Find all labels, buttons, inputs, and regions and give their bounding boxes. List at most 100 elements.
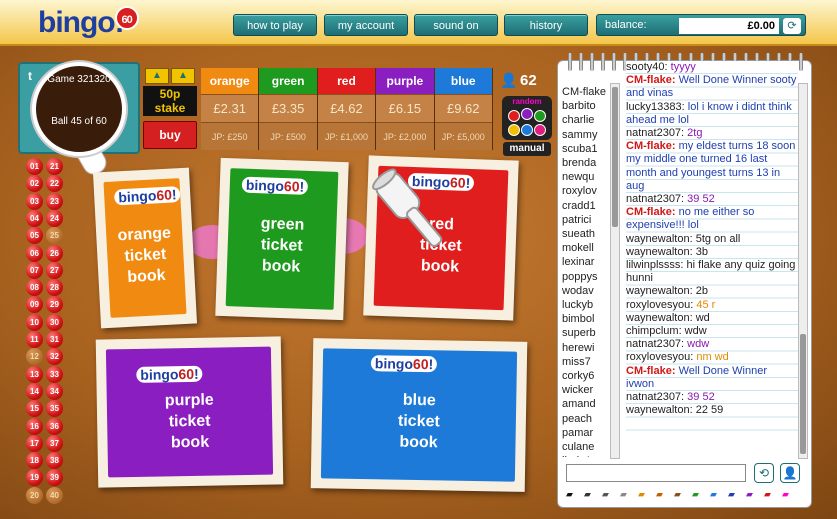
text-color-swatch[interactable]: ▰: [764, 489, 777, 499]
chat-username: waynewalton:: [626, 232, 693, 245]
user-list-item[interactable]: poppys: [562, 270, 610, 284]
user-list-item[interactable]: superb: [562, 326, 610, 340]
text-color-swatch[interactable]: ▰: [728, 489, 741, 499]
user-list-item[interactable]: lexinar: [562, 255, 610, 269]
random-color-dot[interactable]: [508, 124, 520, 136]
user-list-item[interactable]: linda1: [562, 454, 610, 457]
user-list-item[interactable]: peach: [562, 412, 610, 426]
price-column-blue[interactable]: blue £9.62 JP: £5,000: [434, 68, 493, 150]
random-color-dot[interactable]: [521, 124, 533, 136]
user-list-item[interactable]: miss7: [562, 355, 610, 369]
book-logo: bingo60!: [241, 176, 309, 195]
user-list-item[interactable]: roxylov: [562, 184, 610, 198]
chat-message: CM-flake: my eldest turns 18 soon my mid…: [626, 140, 798, 193]
ticket-book-orange[interactable]: bingo60! orange ticket book: [92, 167, 198, 329]
user-list[interactable]: CM-flake barbito charlie sammy scuba1 brenda n…: [562, 85, 610, 457]
chat-username: CM-flake:: [626, 140, 676, 153]
random-color-dot[interactable]: [521, 108, 533, 120]
random-selector[interactable]: random: [502, 96, 552, 140]
manual-button[interactable]: manual: [503, 142, 551, 156]
user-list-item[interactable]: bimbol: [562, 312, 610, 326]
stake-up-icon-2[interactable]: ▲: [171, 68, 195, 84]
user-list-item[interactable]: patrici: [562, 213, 610, 227]
random-color-dot[interactable]: [534, 110, 546, 122]
sound-toggle-button[interactable]: sound on: [414, 14, 498, 36]
user-list-item[interactable]: corky6: [562, 369, 610, 383]
chat-username: chimpclum:: [626, 325, 682, 338]
user-list-item[interactable]: culane: [562, 440, 610, 454]
price-column-green[interactable]: green £3.35 JP: £500: [259, 68, 318, 150]
stake-up-icon[interactable]: ▲: [145, 68, 169, 84]
text-color-swatch[interactable]: ▰: [566, 489, 579, 499]
user-list-item[interactable]: luckyb: [562, 298, 610, 312]
random-color-dot[interactable]: [534, 124, 546, 136]
chat-message: roxylovesyou: 45 r: [626, 299, 798, 312]
user-list-item[interactable]: herewi: [562, 341, 610, 355]
user-list-item[interactable]: sammy: [562, 128, 610, 142]
chat-message: natnat2307: 39 52: [626, 193, 798, 206]
called-ball: 14: [26, 382, 43, 400]
text-color-swatch[interactable]: ▰: [692, 489, 705, 499]
text-color-swatch[interactable]: ▰: [620, 489, 633, 499]
refresh-icon[interactable]: ⟳: [783, 18, 801, 34]
chat-input[interactable]: [566, 464, 746, 482]
ticket-book-blue[interactable]: bingo60! blue ticket book: [310, 338, 528, 492]
spiral-ring: [579, 53, 583, 71]
price-column-purple[interactable]: purple £6.15 JP: £2,000: [376, 68, 435, 150]
price-column-red[interactable]: red £4.62 JP: £1,000: [317, 68, 377, 150]
user-list-item[interactable]: pamar: [562, 426, 610, 440]
book-logo-ball: 60: [283, 178, 300, 195]
text-color-swatch[interactable]: ▰: [782, 489, 795, 499]
called-ball: 17: [26, 434, 43, 452]
user-list-item[interactable]: wodav: [562, 284, 610, 298]
text-color-swatch[interactable]: ▰: [746, 489, 759, 499]
user-list-scrollbar[interactable]: [610, 83, 620, 459]
text-color-swatch[interactable]: ▰: [584, 489, 597, 499]
called-ball: 31: [46, 331, 63, 348]
dabber-cursor-icon: [372, 168, 443, 247]
chat-message: waynewalton: 5tg on all: [626, 233, 798, 246]
buy-button[interactable]: buy: [143, 121, 197, 149]
my-account-button[interactable]: my account: [324, 14, 408, 36]
send-icon[interactable]: ⟲: [754, 463, 774, 483]
chat-message: waynewalton: 2b: [626, 285, 798, 298]
how-to-play-button[interactable]: how to play: [233, 14, 317, 36]
text-color-swatch[interactable]: ▰: [656, 489, 669, 499]
history-button[interactable]: history: [504, 14, 588, 36]
book-logo: bingo60!: [113, 186, 182, 206]
text-color-swatch[interactable]: ▰: [638, 489, 651, 499]
user-list-item[interactable]: sueath: [562, 227, 610, 241]
user-list-item[interactable]: charlie: [562, 113, 610, 127]
price-column-orange[interactable]: orange £2.31 JP: £250: [201, 68, 260, 150]
chat-username: natnat2307:: [626, 193, 685, 206]
book-label: green ticket book: [260, 215, 305, 276]
text-color-swatch[interactable]: ▰: [710, 489, 723, 499]
jackpot: JP: £250: [201, 122, 259, 150]
user-list-item[interactable]: mokell: [562, 241, 610, 255]
user-list-item[interactable]: barbito: [562, 99, 610, 113]
random-color-dot[interactable]: [508, 110, 520, 122]
called-ball: 16: [26, 417, 43, 435]
user-list-item[interactable]: newqu: [562, 170, 610, 184]
user-list-item[interactable]: scuba1: [562, 142, 610, 156]
user-icon[interactable]: 👤: [780, 463, 800, 483]
user-list-item[interactable]: wicker: [562, 383, 610, 397]
user-list-item[interactable]: amand: [562, 397, 610, 411]
user-list-item[interactable]: CM-flake: [562, 85, 610, 99]
random-label: random: [512, 97, 542, 106]
called-ball: 18: [26, 452, 43, 470]
chat-scrollbar[interactable]: [798, 83, 808, 459]
book-logo-ball: 60: [178, 365, 195, 383]
called-ball: 34: [46, 382, 63, 400]
chat-text: 2b: [692, 285, 708, 298]
chat-username: lucky13383:: [626, 100, 685, 113]
ticket-book-green[interactable]: bingo60! green ticket book: [215, 157, 349, 321]
text-color-swatch[interactable]: ▰: [602, 489, 615, 499]
ticket-book-purple[interactable]: bingo60! purple ticket book: [95, 336, 284, 488]
user-list-item[interactable]: brenda: [562, 156, 610, 170]
user-list-item[interactable]: cradd1: [562, 199, 610, 213]
logo: bingo60!: [38, 6, 139, 40]
called-ball: 21: [46, 158, 63, 175]
text-color-swatch[interactable]: ▰: [674, 489, 687, 499]
ticket-price: £4.62: [317, 94, 376, 122]
